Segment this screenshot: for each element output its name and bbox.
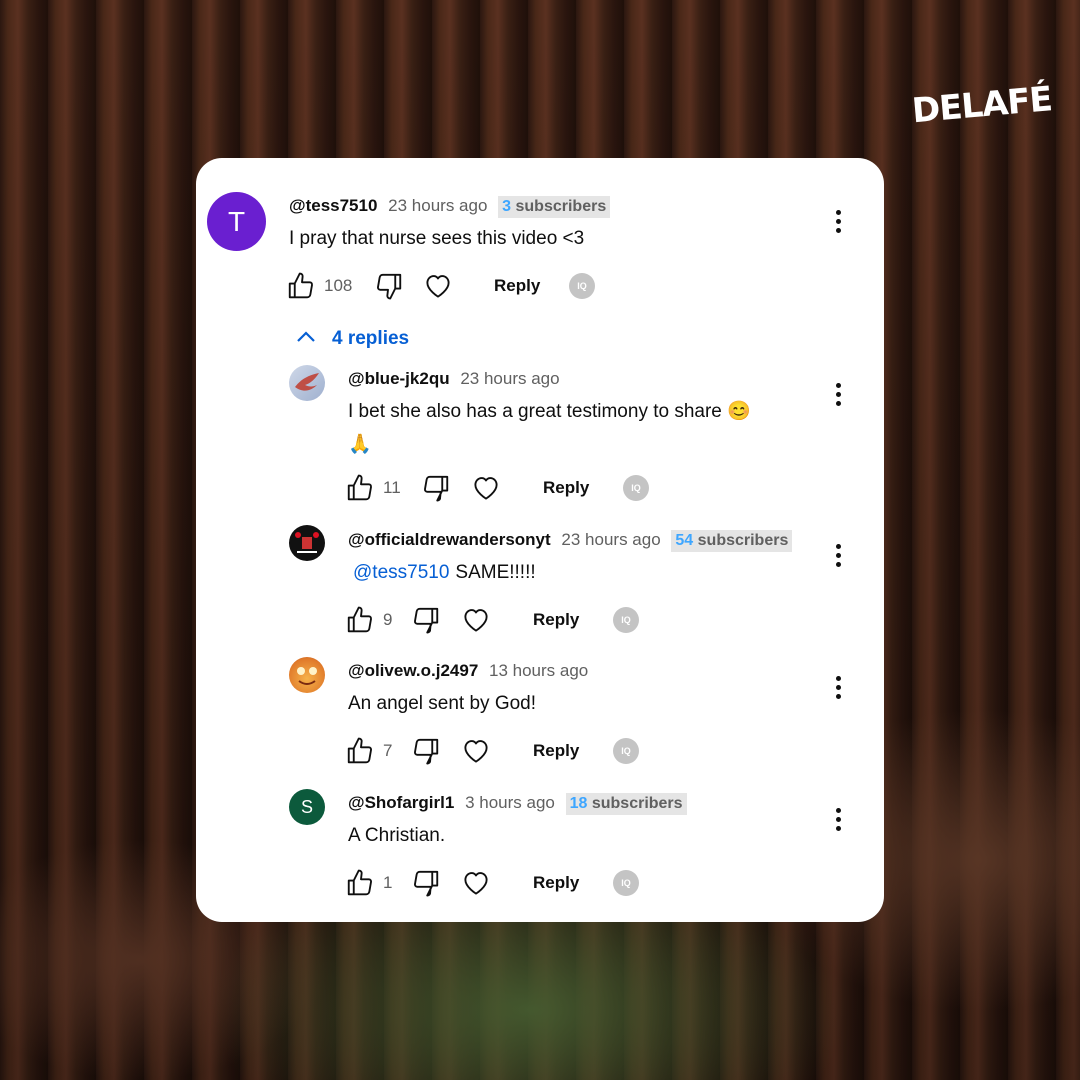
reply-actions: 1 Reply IQ	[345, 868, 705, 900]
timestamp[interactable]: 23 hours ago	[561, 530, 660, 549]
comment-actions: 108 Reply IQ	[286, 271, 706, 303]
reply-header: @officialdrewandersonyt 23 hours ago 54 …	[348, 529, 793, 552]
thumbs-down-icon[interactable]	[411, 605, 441, 635]
avatar-letter: S	[300, 796, 313, 817]
avatar[interactable]	[289, 365, 325, 401]
thumbs-up-icon[interactable]	[286, 271, 316, 301]
avatar-image	[297, 667, 317, 685]
more-options-icon[interactable]	[836, 210, 842, 237]
avatar[interactable]: S	[289, 789, 325, 825]
iq-icon[interactable]: IQ	[613, 738, 639, 764]
username[interactable]: @tess7510	[289, 196, 377, 215]
iq-icon[interactable]: IQ	[613, 870, 639, 896]
subscriber-badge: 3 subscribers	[498, 196, 611, 218]
heart-icon[interactable]	[423, 271, 453, 301]
reply-text: @tess7510 SAME!!!!!	[348, 556, 536, 589]
comment-header: @tess7510 23 hours ago 3 subscribers	[289, 195, 611, 218]
thumbs-up-icon[interactable]	[345, 605, 375, 635]
subscriber-badge: 18 subscribers	[565, 793, 687, 815]
iq-icon[interactable]: IQ	[613, 607, 639, 633]
reply-text-line-2: 🙏	[348, 434, 372, 455]
more-options-icon[interactable]	[836, 383, 842, 410]
more-options-icon[interactable]	[836, 676, 842, 703]
reply-actions: 7 Reply IQ	[345, 736, 705, 768]
thumbs-up-icon[interactable]	[345, 868, 375, 898]
reply-header: @Shofargirl1 3 hours ago 18 subscribers	[348, 792, 687, 815]
reply-actions: 9 Reply IQ	[345, 605, 705, 637]
timestamp[interactable]: 3 hours ago	[465, 793, 555, 812]
reply-text-body: SAME!!!!!	[455, 562, 536, 583]
iq-icon[interactable]: IQ	[623, 475, 649, 501]
reply-text: An angel sent by God!	[348, 693, 537, 714]
reply-header: @blue-jk2qu 23 hours ago	[348, 368, 560, 390]
subscriber-label: subscribers	[697, 532, 789, 549]
reply-header: @olivew.o.j2497 13 hours ago	[348, 660, 588, 682]
comment-card: T @tess7510 23 hours ago 3 subscribers I…	[196, 158, 884, 922]
timestamp[interactable]: 13 hours ago	[489, 661, 588, 680]
subscriber-label: subscribers	[515, 198, 607, 215]
thumbs-up-icon[interactable]	[345, 473, 375, 503]
avatar-image	[295, 373, 319, 391]
thumbs-up-icon[interactable]	[345, 736, 375, 766]
heart-icon[interactable]	[461, 868, 491, 898]
avatar-letter: T	[227, 205, 246, 237]
reply-button[interactable]: Reply	[543, 473, 589, 503]
delafe-logo: DELAFÉ	[910, 79, 1054, 132]
reply-text: A Christian.	[348, 825, 446, 846]
reply-button[interactable]: Reply	[533, 736, 579, 766]
username[interactable]: @Shofargirl1	[348, 793, 454, 812]
username[interactable]: @officialdrewandersonyt	[348, 530, 551, 549]
replies-count-label: 4 replies	[332, 328, 410, 349]
chevron-up-icon	[297, 331, 315, 342]
thumbs-down-icon[interactable]	[374, 271, 404, 301]
comment-text: I pray that nurse sees this video <3	[289, 228, 585, 249]
mention-link[interactable]: @tess7510	[353, 562, 449, 583]
subscriber-count: 18	[569, 795, 588, 812]
like-count: 108	[324, 276, 353, 295]
more-options-icon[interactable]	[836, 808, 842, 835]
thumbs-down-icon[interactable]	[421, 473, 451, 503]
subscriber-badge: 54 subscribers	[671, 530, 793, 552]
username[interactable]: @olivew.o.j2497	[348, 661, 478, 680]
iq-icon[interactable]: IQ	[569, 273, 595, 299]
reply-text-line-1: I bet she also has a great testimony to …	[348, 401, 751, 422]
like-count: 7	[383, 741, 393, 760]
avatar[interactable]	[289, 525, 325, 561]
avatar[interactable]: T	[207, 192, 266, 251]
thumbs-down-icon[interactable]	[411, 736, 441, 766]
heart-icon[interactable]	[461, 605, 491, 635]
subscriber-count: 54	[675, 532, 694, 549]
subscriber-count: 3	[502, 198, 512, 215]
subscriber-label: subscribers	[591, 795, 683, 812]
reply-actions: 11 Reply IQ	[345, 473, 705, 505]
thumbs-down-icon[interactable]	[411, 868, 441, 898]
more-options-icon[interactable]	[836, 544, 842, 571]
reply-button[interactable]: Reply	[533, 605, 579, 635]
reply-button[interactable]: Reply	[533, 868, 579, 898]
heart-icon[interactable]	[471, 473, 501, 503]
timestamp[interactable]: 23 hours ago	[388, 196, 487, 215]
avatar[interactable]	[289, 657, 325, 693]
like-count: 1	[383, 873, 393, 892]
like-count: 9	[383, 610, 393, 629]
reply-button[interactable]: Reply	[494, 271, 540, 301]
username[interactable]: @blue-jk2qu	[348, 369, 450, 388]
heart-icon[interactable]	[461, 736, 491, 766]
like-count: 11	[383, 478, 401, 497]
timestamp[interactable]: 23 hours ago	[460, 369, 559, 388]
avatar-image	[295, 532, 319, 553]
